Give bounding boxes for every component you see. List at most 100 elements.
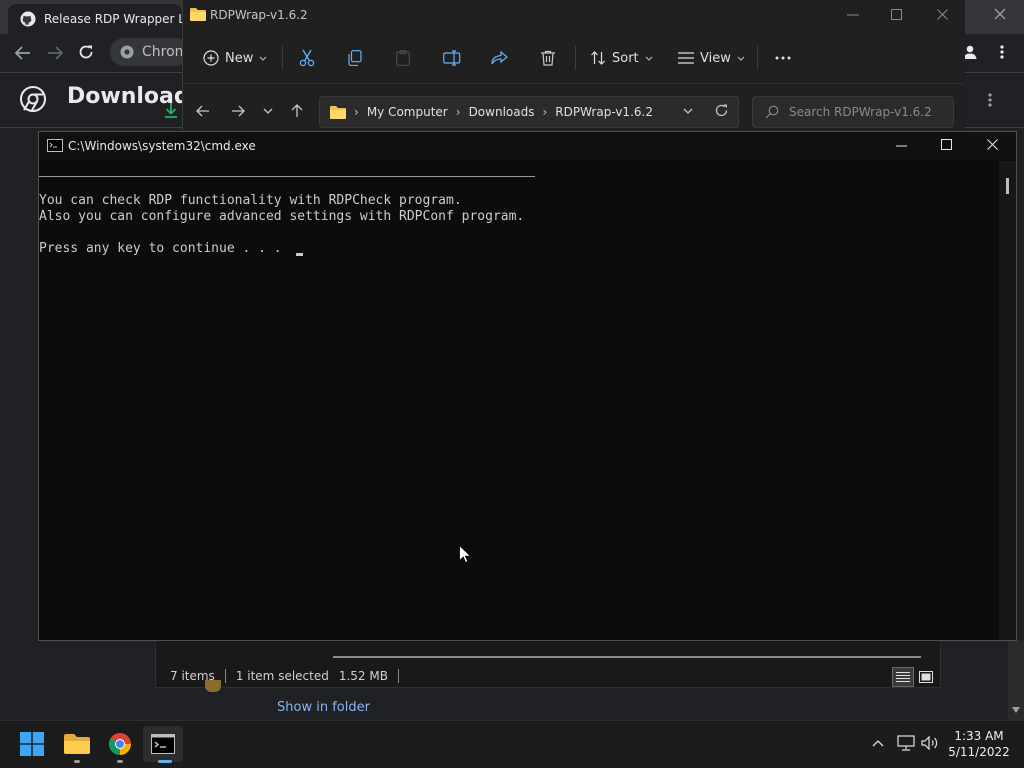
nav-forward-icon[interactable] [231, 105, 245, 117]
breadcrumb-chevron-icon: › [354, 105, 359, 119]
status-item-count: 7 items [170, 669, 215, 683]
cmd-maximize-icon[interactable] [941, 139, 952, 150]
search-icon [765, 105, 779, 119]
clock-time: 1:33 AM [954, 729, 1004, 743]
nav-back-icon[interactable] [196, 105, 210, 117]
taskbar-file-explorer[interactable] [57, 726, 97, 762]
explorer-horizontal-scrollbar[interactable] [333, 656, 921, 658]
chrome-tab[interactable]: Release RDP Wrapper Libr [8, 4, 182, 34]
breadcrumb-chevron-icon: › [455, 105, 461, 119]
list-view-icon [678, 52, 694, 64]
sort-button[interactable]: Sort [590, 46, 653, 70]
show-in-folder-link[interactable]: Show in folder [277, 700, 370, 715]
paste-button[interactable] [396, 46, 410, 70]
toolbar-separator [282, 46, 283, 70]
cmd-output: You can check RDP functionality with RDP… [39, 193, 524, 257]
explorer-search-box[interactable]: Search RDPWrap-v1.6.2 [752, 96, 954, 128]
status-selected: 1 item selected [235, 669, 329, 683]
chrome-reload-icon[interactable] [78, 44, 94, 60]
cmd-app-icon [47, 139, 63, 152]
chevron-down-icon [737, 56, 745, 61]
more-options-button[interactable] [775, 46, 791, 70]
breadcrumb-chevron-icon: › [542, 105, 548, 119]
cmd-minimize-icon[interactable] [896, 145, 907, 147]
cmd-close-icon[interactable] [987, 139, 998, 150]
new-button[interactable]: New [203, 46, 267, 70]
view-label: View [700, 50, 731, 66]
chrome-logo-icon [108, 732, 132, 756]
details-view-icon[interactable] [892, 667, 914, 687]
copy-icon [348, 50, 362, 66]
breadcrumb-downloads[interactable]: Downloads [469, 105, 535, 119]
cmd-line: Press any key to continue . . . [39, 241, 290, 256]
chrome-logo-icon [120, 45, 134, 59]
cmd-scrollbar[interactable] [999, 161, 1016, 640]
sort-label: Sort [612, 50, 639, 66]
chrome-logo-icon [20, 86, 46, 112]
trash-icon [540, 50, 556, 66]
windows-logo-icon [20, 732, 44, 756]
volume-icon[interactable] [921, 736, 939, 750]
toolbar-separator [575, 46, 576, 70]
scissors-icon [299, 49, 315, 67]
paste-icon [396, 50, 410, 66]
chrome-back-icon[interactable] [14, 45, 32, 61]
breadcrumb-current-folder[interactable]: RDPWrap-v1.6.2 [555, 105, 653, 119]
chrome-menu-icon[interactable] [999, 44, 1005, 60]
folder-icon [190, 7, 206, 21]
explorer-maximize-icon[interactable] [891, 9, 902, 20]
cmd-cursor [296, 253, 303, 256]
start-button[interactable] [12, 726, 52, 762]
network-icon[interactable] [897, 735, 915, 751]
cmd-line: You can check RDP functionality with RDP… [39, 193, 462, 208]
folder-icon [330, 105, 346, 119]
github-icon [20, 11, 36, 27]
chevron-down-icon [259, 56, 267, 61]
clock-date: 5/11/2022 [948, 745, 1010, 759]
chrome-omnibox[interactable]: Chrom [110, 38, 190, 66]
chrome-close-window-icon[interactable] [993, 7, 1007, 21]
chevron-down-icon [645, 56, 653, 61]
cmd-app-icon [151, 734, 175, 754]
folder-icon [64, 733, 90, 755]
address-bar[interactable]: › My Computer › Downloads › RDPWrap-v1.6… [319, 96, 739, 128]
recent-locations-chevron-icon[interactable] [263, 108, 273, 114]
copy-button[interactable] [348, 46, 362, 70]
tiles-view-icon[interactable] [916, 667, 936, 687]
toolbar-separator [757, 46, 758, 70]
cut-button[interactable] [299, 46, 315, 70]
plus-circle-icon [203, 50, 219, 66]
chrome-tab-title: Release RDP Wrapper Libr [44, 12, 182, 26]
explorer-title: RDPWrap-v1.6.2 [210, 8, 308, 22]
show-hidden-icons-chevron-icon[interactable] [872, 739, 884, 747]
chrome-forward-icon[interactable] [46, 45, 64, 61]
share-button[interactable] [491, 46, 509, 70]
download-arrow-icon[interactable] [164, 102, 178, 118]
delete-button[interactable] [540, 46, 556, 70]
taskbar-clock[interactable]: 1:33 AM 5/11/2022 [944, 728, 1014, 760]
rename-icon [443, 50, 461, 66]
cmd-title: C:\Windows\system32\cmd.exe [68, 139, 256, 153]
cmd-scrollbar-thumb[interactable] [1006, 178, 1009, 194]
taskbar-cmd[interactable] [143, 726, 183, 762]
address-dropdown-icon[interactable] [683, 108, 693, 114]
explorer-status-bar: 7 items 1 item selected 1.52 MB [170, 669, 399, 683]
explorer-close-icon[interactable] [937, 9, 948, 20]
view-button[interactable]: View [678, 46, 745, 70]
refresh-icon[interactable] [715, 104, 728, 117]
scroll-down-arrow-icon[interactable] [1011, 706, 1021, 714]
nav-up-icon[interactable] [291, 104, 303, 118]
status-size: 1.52 MB [338, 669, 388, 683]
search-placeholder: Search RDPWrap-v1.6.2 [789, 105, 932, 119]
downloads-more-icon[interactable] [987, 92, 993, 108]
cmd-line: Also you can configure advanced settings… [39, 209, 525, 224]
share-icon [491, 50, 509, 66]
active-indicator [158, 760, 172, 763]
breadcrumb-my-computer[interactable]: My Computer [367, 105, 448, 119]
desktop: Release RDP Wrapper Libr Chrom Downloads… [0, 0, 1024, 768]
rename-button[interactable] [443, 46, 461, 70]
sort-icon [590, 50, 606, 66]
taskbar-chrome[interactable] [100, 726, 140, 762]
mouse-pointer-icon [459, 545, 471, 563]
explorer-minimize-icon[interactable] [847, 14, 859, 16]
